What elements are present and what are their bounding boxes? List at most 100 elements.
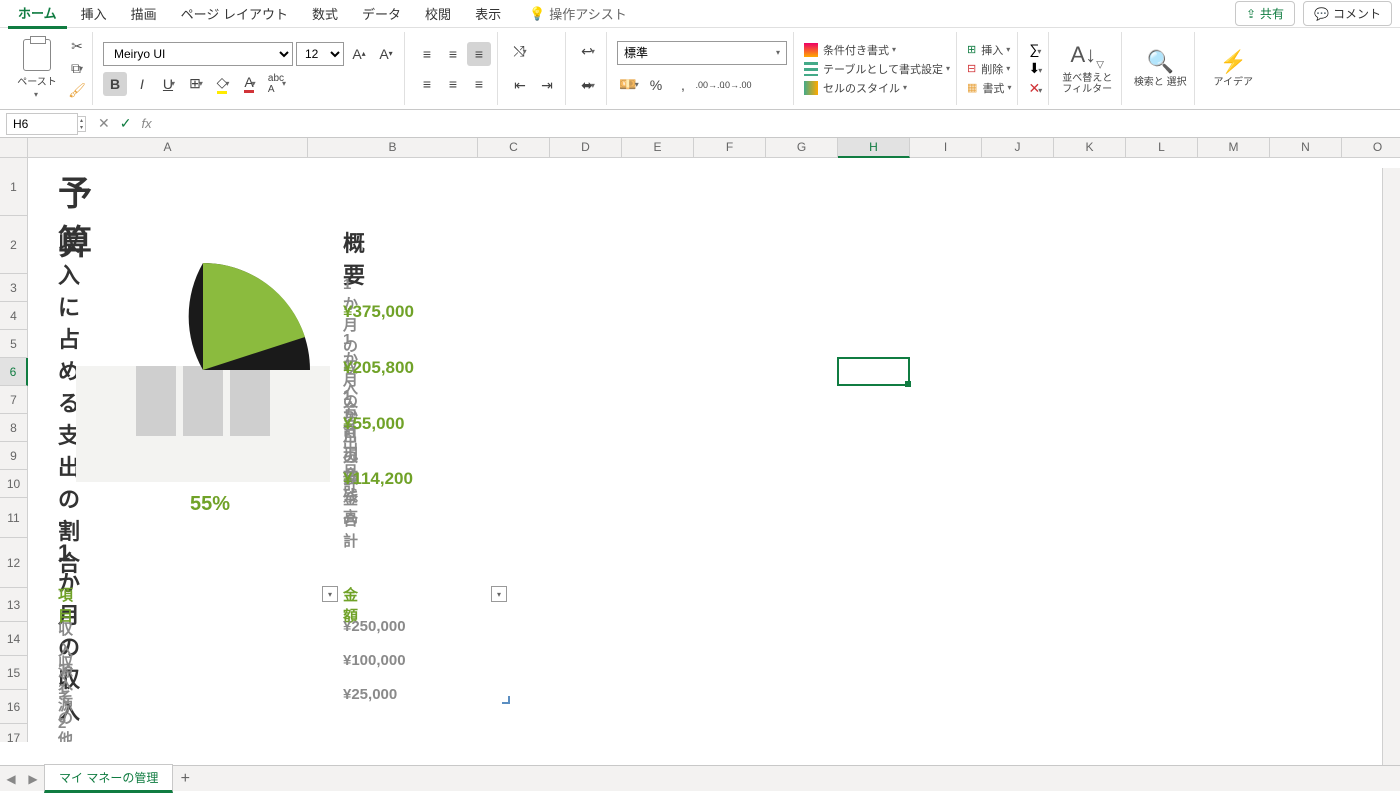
col-header-L[interactable]: L xyxy=(1126,138,1198,158)
row-header-9[interactable]: 9 xyxy=(0,442,28,470)
paste-button[interactable]: ペースト ▾ xyxy=(12,39,62,99)
copy-icon[interactable]: ⧉▾ xyxy=(68,60,86,78)
formula-bar[interactable] xyxy=(152,113,1400,135)
row-header-4[interactable]: 4 xyxy=(0,302,28,330)
fill-icon[interactable]: ⬇▾ xyxy=(1028,60,1042,77)
cancel-icon[interactable]: ✕ xyxy=(98,115,110,132)
decrease-decimal-icon[interactable]: .0→.00 xyxy=(725,73,749,97)
font-color-button[interactable]: A▾ xyxy=(238,72,262,96)
insert-cells-button[interactable]: ⊞挿入▾ xyxy=(967,42,1011,58)
col-header-A[interactable]: A xyxy=(28,138,308,158)
row-header-14[interactable]: 14 xyxy=(0,622,28,656)
comma-icon[interactable]: , xyxy=(671,73,695,97)
tab-review[interactable]: 校閲 xyxy=(415,0,461,27)
row-header-5[interactable]: 5 xyxy=(0,330,28,358)
find-select-button[interactable]: 🔍検索と 選択 xyxy=(1132,49,1188,88)
chart-area[interactable] xyxy=(76,366,330,482)
underline-button[interactable]: U▾ xyxy=(157,72,181,96)
indent-decrease-icon[interactable]: ⇤ xyxy=(508,74,532,98)
fx-icon[interactable]: fx xyxy=(141,116,151,131)
col-header-C[interactable]: C xyxy=(478,138,550,158)
row-header-16[interactable]: 16 xyxy=(0,690,28,724)
name-box[interactable] xyxy=(6,113,78,135)
format-cells-button[interactable]: ▦書式▾ xyxy=(967,80,1011,96)
col-header-O[interactable]: O xyxy=(1342,138,1400,158)
row-header-17[interactable]: 17 xyxy=(0,724,28,742)
col-header-D[interactable]: D xyxy=(550,138,622,158)
increase-decimal-icon[interactable]: .00→.0 xyxy=(698,73,722,97)
col-header-K[interactable]: K xyxy=(1054,138,1126,158)
row-header-12[interactable]: 12 xyxy=(0,538,28,588)
format-as-table-button[interactable]: テーブルとして書式設定▾ xyxy=(804,61,950,77)
align-center-icon[interactable]: ≡ xyxy=(441,72,465,96)
selected-cell[interactable] xyxy=(837,357,910,386)
decrease-font-icon[interactable]: A▾ xyxy=(374,42,398,66)
row-header-10[interactable]: 10 xyxy=(0,470,28,498)
font-name-select[interactable]: Meiryo UI xyxy=(103,42,293,66)
col-header-G[interactable]: G xyxy=(766,138,838,158)
filter-amount-icon[interactable]: ▾ xyxy=(491,586,507,602)
indent-increase-icon[interactable]: ⇥ xyxy=(535,74,559,98)
sheet-tab-active[interactable]: マイ マネーの管理 xyxy=(44,764,173,793)
col-header-N[interactable]: N xyxy=(1270,138,1342,158)
increase-font-icon[interactable]: A▴ xyxy=(347,42,371,66)
align-top-icon[interactable]: ≡ xyxy=(415,42,439,66)
bold-button[interactable]: B xyxy=(103,72,127,96)
tab-insert[interactable]: 挿入 xyxy=(71,0,117,27)
col-header-I[interactable]: I xyxy=(910,138,982,158)
sheet-nav-next[interactable]: ▶ xyxy=(22,772,44,786)
tab-draw[interactable]: 描画 xyxy=(121,0,167,27)
row-header-13[interactable]: 13 xyxy=(0,588,28,622)
phonetic-button[interactable]: abcA▾ xyxy=(265,72,289,96)
col-header-J[interactable]: J xyxy=(982,138,1054,158)
autosum-icon[interactable]: ∑▾ xyxy=(1029,41,1041,57)
filter-item-icon[interactable]: ▾ xyxy=(322,586,338,602)
font-size-select[interactable]: 12 xyxy=(296,42,344,66)
col-header-E[interactable]: E xyxy=(622,138,694,158)
clear-icon[interactable]: ✕▾ xyxy=(1028,80,1042,97)
share-button[interactable]: ⇪共有 xyxy=(1235,1,1295,26)
delete-cells-button[interactable]: ⊟削除▾ xyxy=(967,61,1011,77)
name-box-spinner[interactable]: ▴▾ xyxy=(78,116,86,132)
pie-chart[interactable] xyxy=(96,260,310,370)
align-bottom-icon[interactable]: ≡ xyxy=(467,42,491,66)
tab-layout[interactable]: ページ レイアウト xyxy=(171,0,298,27)
cut-icon[interactable]: ✂ xyxy=(68,38,86,56)
align-right-icon[interactable]: ≡ xyxy=(467,72,491,96)
add-sheet-button[interactable]: + xyxy=(173,770,197,788)
orientation-icon[interactable]: ⤭▾ xyxy=(508,40,532,64)
border-button[interactable]: ⊞▾ xyxy=(184,72,208,96)
row-header-3[interactable]: 3 xyxy=(0,274,28,302)
wrap-text-icon[interactable]: ↩▾ xyxy=(576,40,600,64)
row-header-7[interactable]: 7 xyxy=(0,386,28,414)
sheet-nav-prev[interactable]: ◀ xyxy=(0,772,22,786)
number-format-select[interactable]: 標準▾ xyxy=(617,41,787,65)
row-header-6[interactable]: 6 xyxy=(0,358,28,386)
italic-button[interactable]: I xyxy=(130,72,154,96)
cell-styles-button[interactable]: セルのスタイル▾ xyxy=(804,80,950,96)
row-header-1[interactable]: 1 xyxy=(0,158,28,216)
row-header-8[interactable]: 8 xyxy=(0,414,28,442)
comment-button[interactable]: 💬コメント xyxy=(1303,1,1392,26)
vertical-scrollbar[interactable] xyxy=(1382,168,1400,765)
col-header-F[interactable]: F xyxy=(694,138,766,158)
col-header-B[interactable]: B xyxy=(308,138,478,158)
tab-home[interactable]: ホーム xyxy=(8,0,67,29)
align-left-icon[interactable]: ≡ xyxy=(415,72,439,96)
percent-icon[interactable]: % xyxy=(644,73,668,97)
conditional-format-button[interactable]: 条件付き書式▾ xyxy=(804,42,950,58)
format-painter-icon[interactable]: 🖌 xyxy=(68,82,86,100)
row-header-11[interactable]: 11 xyxy=(0,498,28,538)
tab-data[interactable]: データ xyxy=(352,0,411,27)
ideas-button[interactable]: ⚡アイデア xyxy=(1205,49,1261,88)
row-header-2[interactable]: 2 xyxy=(0,216,28,274)
fill-color-button[interactable]: ◇▾ xyxy=(211,72,235,96)
tell-me[interactable]: 💡 操作アシスト xyxy=(529,4,627,23)
tab-formulas[interactable]: 数式 xyxy=(302,0,348,27)
currency-icon[interactable]: 💴▾ xyxy=(617,73,641,97)
tab-view[interactable]: 表示 xyxy=(465,0,511,27)
align-middle-icon[interactable]: ≡ xyxy=(441,42,465,66)
col-header-H[interactable]: H xyxy=(838,138,910,158)
col-header-M[interactable]: M xyxy=(1198,138,1270,158)
merge-icon[interactable]: ⬌▾ xyxy=(576,74,600,98)
